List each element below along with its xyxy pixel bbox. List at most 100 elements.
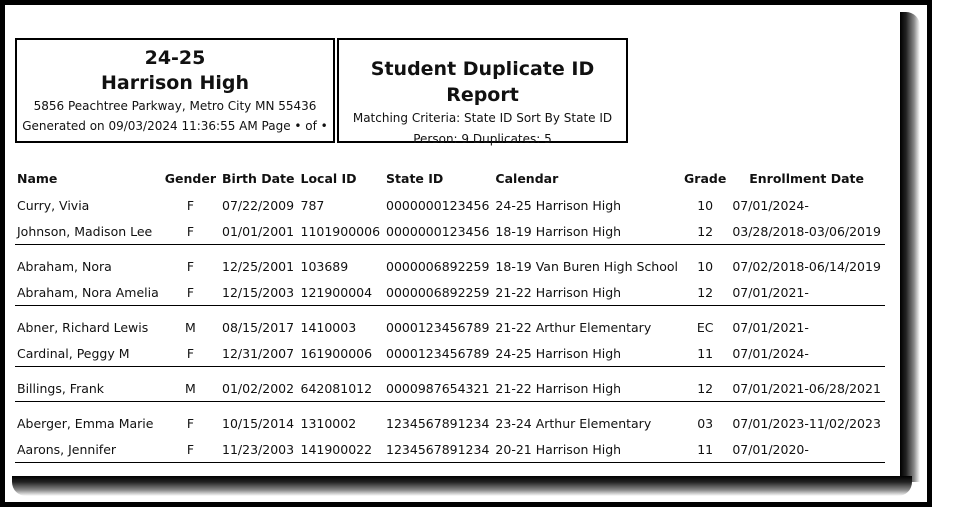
table-body: Curry, Vivia F 07/22/2009 787 0000000123456 2… [15,192,885,463]
cell-name: Curry, Vivia [17,197,90,213]
cell-enrollment-date: 07/01/2024- [732,197,809,213]
cell-name: Abraham, Nora Amelia [15,279,163,306]
table-row: Cardinal, Peggy M F 12/31/2007 161900006 000… [15,340,885,367]
cell-enrollment-date: 07/01/2023-11/02/2023 [732,415,881,431]
page-shadow-bottom [12,476,912,496]
school-header-box: 24-25 Harrison High 5856 Peachtree Parkw… [15,38,335,143]
cell-birth-date: 01/01/2001 [220,218,299,245]
report-header-box: Student Duplicate ID Report Matching Cri… [337,38,628,146]
cell-enrollment-date: 07/02/2018-06/14/2019 [732,258,881,274]
cell-local-id: 141900022 [298,436,385,463]
cell-name: Billings, Frank [15,366,163,402]
cell-enrollment-date: 07/01/2020- [730,436,885,463]
cell-gender: F [186,258,195,274]
cell-gender: F [162,436,221,463]
table-row: Billings, Frank M 01/02/2002 642081012 00009… [15,366,885,402]
cell-calendar: 24-25 Harrison High [495,197,622,213]
col-header-enrollment-date: Enrollment Date [749,171,864,186]
table-row: Aberger, Emma Marie F 10/15/2014 1310002 123… [15,402,885,437]
report-title: Student Duplicate ID Report [370,58,595,106]
cell-grade: 12 [682,218,731,245]
cell-state-id: 0000000123456 [384,218,494,245]
table-header-row: Name Gender Birth Date Local ID State ID… [15,165,885,192]
cell-grade: 12 [682,279,731,306]
cell-calendar: 23-24 Arthur Elementary [495,415,652,431]
cell-birth-date: 12/31/2007 [220,340,299,367]
cell-local-id: 1310002 [300,415,357,431]
cell-birth-date: 12/15/2003 [220,279,299,306]
cell-state-id: 0000123456789 [386,319,490,335]
cell-grade: 11 [682,340,731,367]
cell-grade: 10 [697,197,714,213]
cell-local-id: 103689 [300,258,349,274]
cell-state-id: 0000123456789 [384,340,494,367]
cell-local-id: 121900004 [298,279,385,306]
cell-calendar: 18-19 Harrison High [493,218,683,245]
cell-birth-date: 01/02/2002 [220,366,299,402]
col-header-local-id: Local ID [300,171,357,186]
col-header-gender: Gender [164,171,217,186]
school-name: Harrison High [100,72,250,94]
cell-local-id: 1101900006 [298,218,385,245]
cell-state-id: 0000000123456 [386,197,490,213]
cell-birth-date: 08/15/2017 [222,319,295,335]
cell-enrollment-date: 07/01/2024- [730,340,885,367]
col-header-grade: Grade [684,171,727,186]
duplicate-id-table: Name Gender Birth Date Local ID State ID… [15,165,885,463]
table-row: Johnson, Madison Lee F 01/01/2001 110190000… [15,218,885,245]
cell-gender: F [186,415,195,431]
cell-state-id: 0000987654321 [384,366,494,402]
cell-local-id: 161900006 [298,340,385,367]
cell-local-id: 1410003 [300,319,357,335]
cell-gender: F [162,340,221,367]
cell-calendar: 21-22 Harrison High [493,366,683,402]
cell-name: Abner, Richard Lewis [17,319,149,335]
school-year: 24-25 [144,47,206,69]
cell-enrollment-date: 07/01/2021-06/28/2021 [730,366,885,402]
table-row: Abner, Richard Lewis M 08/15/2017 1410003 00… [15,306,885,341]
cell-state-id: 0000006892259 [384,279,494,306]
cell-name: Aberger, Emma Marie [17,415,154,431]
cell-local-id: 642081012 [298,366,385,402]
cell-gender: F [162,218,221,245]
cell-birth-date: 07/22/2009 [222,197,295,213]
cell-name: Johnson, Madison Lee [15,218,163,245]
cell-grade: 03 [697,415,714,431]
cell-calendar: 24-25 Harrison High [493,340,683,367]
school-address: 5856 Peachtree Parkway, Metro City MN 55… [33,99,317,113]
generated-info: Generated on 09/03/2024 11:36:55 AM Page… [22,119,328,133]
cell-state-id: 1234567891234 [386,415,490,431]
report-summary: Person: 9 Duplicates: 5 [413,132,552,146]
report-page: 24-25 Harrison High 5856 Peachtree Parkw… [5,5,900,476]
col-header-name: Name [17,171,58,186]
table-row: Aarons, Jennifer F 11/23/2003 141900022 1234… [15,436,885,463]
cell-calendar: 18-19 Van Buren High School [495,258,679,274]
cell-calendar: 21-22 Harrison High [493,279,683,306]
col-header-birth-date: Birth Date [222,171,295,186]
cell-gender: M [185,319,196,335]
cell-name: Abraham, Nora [17,258,112,274]
cell-gender: F [186,197,195,213]
cell-gender: F [162,279,221,306]
cell-grade: 11 [682,436,731,463]
table-row: Abraham, Nora F 12/25/2001 103689 0000006892… [15,245,885,280]
cell-grade: 10 [697,258,714,274]
cell-name: Cardinal, Peggy M [15,340,163,367]
cell-state-id: 1234567891234 [384,436,494,463]
col-header-state-id: State ID [386,171,444,186]
cell-birth-date: 10/15/2014 [222,415,295,431]
page-shadow-right [900,12,920,482]
table-row: Curry, Vivia F 07/22/2009 787 0000000123456 2… [15,192,885,218]
cell-state-id: 0000006892259 [386,258,490,274]
cell-local-id: 787 [300,197,325,213]
cell-enrollment-date: 03/28/2018-03/06/2019 [730,218,885,245]
cell-enrollment-date: 07/01/2021- [730,279,885,306]
cell-gender: M [162,366,221,402]
cell-grade: 12 [682,366,731,402]
col-header-calendar: Calendar [495,171,559,186]
matching-criteria: Matching Criteria: State ID Sort By Stat… [352,111,613,125]
cell-calendar: 21-22 Arthur Elementary [495,319,652,335]
cell-birth-date: 11/23/2003 [220,436,299,463]
cell-birth-date: 12/25/2001 [222,258,295,274]
cell-grade: EC [696,319,714,335]
